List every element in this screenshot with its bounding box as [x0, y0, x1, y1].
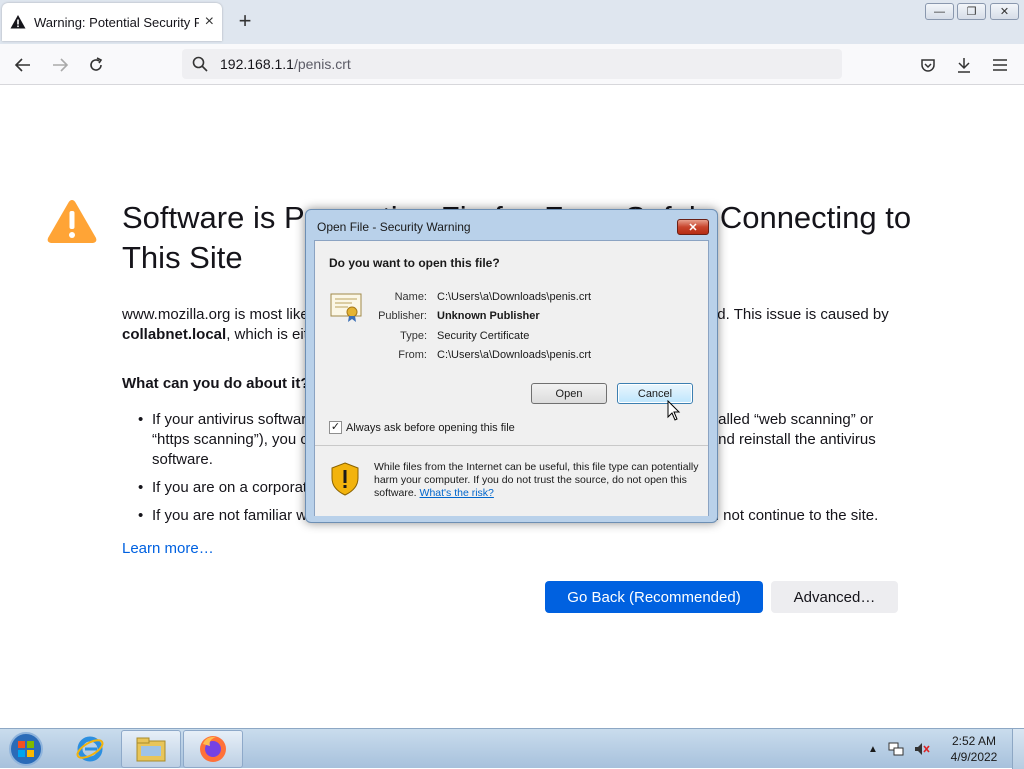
warning-text: While files from the Internet can be use…	[374, 461, 704, 500]
restore-button[interactable]: ❐	[957, 3, 986, 20]
volume-muted-icon[interactable]	[914, 741, 930, 757]
go-back-button[interactable]: Go Back (Recommended)	[545, 581, 763, 613]
download-icon	[958, 58, 970, 73]
dialog-question: Do you want to open this file?	[329, 256, 500, 270]
name-value: C:\Users\a\Downloads\penis.crt	[437, 291, 592, 303]
type-row: Type: Security Certificate	[375, 330, 529, 342]
warning-icon	[10, 15, 26, 29]
downloads-button[interactable]	[951, 52, 977, 78]
pocket-icon	[921, 59, 935, 72]
tab-active[interactable]: Warning: Potential Security Risk ×	[2, 3, 222, 41]
warning-triangle-icon	[47, 200, 97, 243]
forward-button[interactable]	[47, 52, 73, 78]
risk-link[interactable]: What's the risk?	[420, 487, 494, 499]
warning-area: While files from the Internet can be use…	[315, 446, 708, 516]
url-path: /penis.crt	[293, 56, 351, 72]
nav-bar: 192.168.1.1/penis.crt	[0, 44, 1024, 85]
shield-warning-icon	[331, 462, 359, 496]
back-arrow-icon	[14, 58, 30, 72]
publisher-row: Publisher: Unknown Publisher	[375, 310, 540, 322]
clock-date: 4/9/2022	[950, 750, 998, 764]
pocket-button[interactable]	[915, 52, 941, 78]
url-bar[interactable]: 192.168.1.1/penis.crt	[182, 49, 842, 79]
url-host: 192.168.1.1	[220, 56, 294, 72]
learn-more-link[interactable]: Learn more…	[122, 540, 214, 557]
always-ask-label: Always ask before opening this file	[346, 421, 515, 434]
menu-button[interactable]	[987, 52, 1013, 78]
publisher-label: Publisher:	[378, 310, 427, 322]
certificate-icon	[330, 293, 362, 322]
what-heading: What can you do about it?	[122, 375, 310, 392]
intro-host: collabnet.local	[122, 326, 227, 343]
taskbar-explorer-button[interactable]	[121, 730, 181, 768]
taskbar: ▲ 2:52 AM 4/9/2022	[0, 728, 1024, 769]
folder-icon	[136, 737, 166, 762]
reload-icon	[90, 57, 103, 71]
taskbar-firefox-button[interactable]	[183, 730, 243, 768]
window-close-button[interactable]: ✕	[990, 3, 1019, 20]
dialog-body: Do you want to open this file? Name: C:\U…	[314, 240, 709, 516]
from-row: From: C:\Users\a\Downloads\penis.crt	[375, 349, 591, 361]
from-label: From:	[398, 349, 427, 361]
tab-title: Warning: Potential Security Risk	[34, 14, 199, 30]
dialog-close-button[interactable]: ✕	[677, 219, 709, 235]
cancel-button[interactable]: Cancel	[617, 383, 693, 404]
firefox-icon	[200, 736, 226, 762]
minimize-button[interactable]: —	[925, 3, 954, 20]
new-tab-button[interactable]: +	[234, 10, 256, 32]
start-orb-icon[interactable]	[4, 731, 48, 767]
search-icon	[192, 56, 208, 72]
publisher-value: Unknown Publisher	[437, 310, 540, 322]
name-row: Name: C:\Users\a\Downloads\penis.crt	[375, 291, 591, 303]
tray-expand-icon[interactable]: ▲	[868, 744, 878, 755]
clock-time: 2:52 AM	[951, 734, 997, 748]
forward-arrow-icon	[53, 58, 69, 72]
hamburger-menu-icon	[993, 59, 1007, 71]
open-button[interactable]: Open	[531, 383, 607, 404]
dialog-title: Open File - Security Warning	[317, 220, 471, 234]
tab-bar: Warning: Potential Security Risk × + — ❐…	[0, 0, 1024, 44]
from-value: C:\Users\a\Downloads\penis.crt	[437, 349, 592, 361]
always-ask-checkbox-row[interactable]: ✓ Always ask before opening this file	[329, 421, 515, 434]
reload-button[interactable]	[83, 52, 109, 78]
show-desktop-button[interactable]	[1012, 729, 1024, 769]
system-tray: ▲	[868, 741, 930, 757]
type-label: Type:	[400, 330, 427, 342]
internet-explorer-icon	[76, 736, 104, 762]
network-icon[interactable]	[888, 741, 904, 757]
advanced-button[interactable]: Advanced…	[771, 581, 898, 613]
tab-close-icon[interactable]: ×	[205, 13, 214, 31]
name-label: Name:	[394, 291, 427, 303]
type-value: Security Certificate	[437, 330, 530, 342]
back-button[interactable]	[10, 52, 36, 78]
clock[interactable]: 2:52 AM 4/9/2022	[944, 733, 1004, 765]
always-ask-checkbox[interactable]: ✓	[329, 421, 342, 434]
taskbar-ie-button[interactable]	[60, 730, 120, 768]
mouse-cursor-icon	[667, 400, 681, 421]
security-warning-dialog: Open File - Security Warning ✕ Do you wa…	[305, 209, 718, 523]
